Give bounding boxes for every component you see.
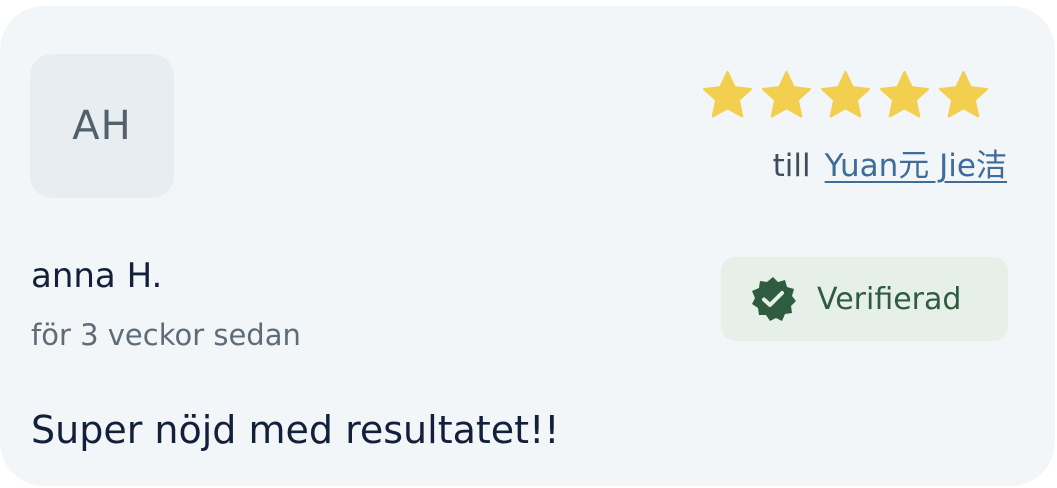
star-icon [759, 68, 814, 123]
avatar-initials: AH [72, 103, 132, 149]
review-card: AH till Yuan元 Jie洁 anna H. för 3 veckor … [0, 6, 1055, 486]
star-icon [936, 68, 991, 123]
reviewer-name: anna H. [31, 256, 163, 296]
star-icon [818, 68, 873, 123]
verified-badge: Verifierad [721, 257, 1008, 341]
verified-check-icon [749, 275, 797, 323]
review-date: för 3 veckor sedan [31, 318, 301, 352]
review-text: Super nöjd med resultatet!! [31, 408, 560, 452]
recipient-line: till Yuan元 Jie洁 [773, 140, 1007, 185]
star-icon [877, 68, 932, 123]
recipient-link[interactable]: Yuan元 Jie洁 [825, 140, 1007, 185]
star-icon [700, 68, 755, 123]
recipient-prefix: till [772, 148, 811, 184]
verified-label: Verifierad [817, 281, 962, 317]
avatar: AH [30, 54, 174, 198]
star-rating [700, 68, 1010, 123]
